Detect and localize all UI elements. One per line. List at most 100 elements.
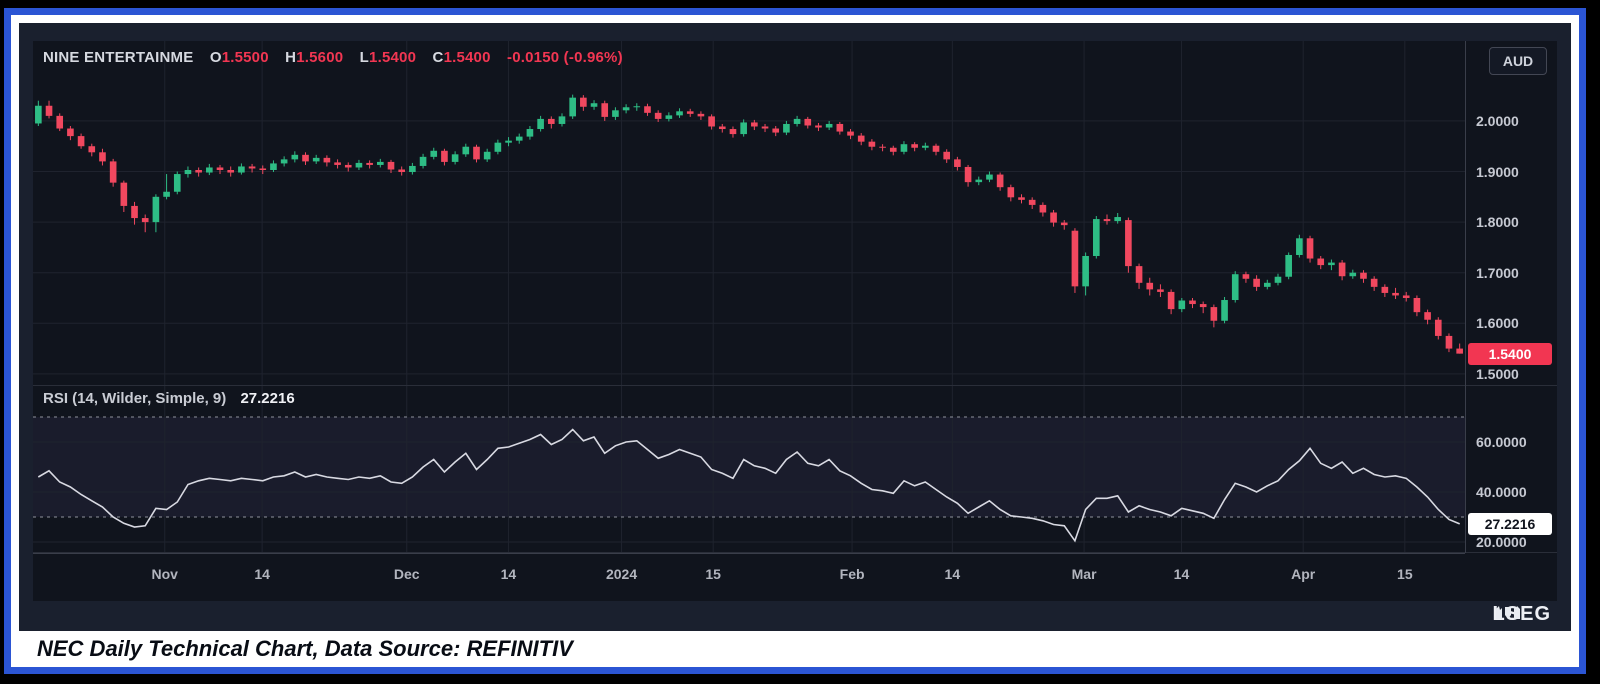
candle-body xyxy=(1402,295,1410,298)
candle-body xyxy=(1071,230,1079,287)
high-value: 1.5600 xyxy=(296,49,344,66)
candle-body xyxy=(1060,222,1068,226)
price-tick-label: 1.8000 xyxy=(1476,214,1519,231)
rsi-pane[interactable]: RSI (14, Wilder, Simple, 9) 27.2216 xyxy=(33,386,1465,552)
candle-body xyxy=(569,97,576,117)
candle-body xyxy=(686,111,694,114)
candle-body xyxy=(644,106,651,113)
candle-body xyxy=(1317,258,1325,266)
candle-body xyxy=(173,174,181,192)
open-value: 1.5500 xyxy=(221,49,269,66)
candle-body xyxy=(163,191,170,197)
candle-body xyxy=(558,116,566,124)
candle-body xyxy=(964,166,972,183)
candle-body xyxy=(911,144,918,148)
candle-body xyxy=(1392,292,1399,296)
candle-body xyxy=(67,128,74,137)
candle-body xyxy=(1381,286,1389,293)
candle-body xyxy=(954,159,961,167)
candle-body xyxy=(857,135,865,142)
currency-badge[interactable]: AUD xyxy=(1489,47,1547,75)
candle-body xyxy=(312,157,320,162)
candle-body xyxy=(280,159,288,164)
candle-body xyxy=(612,110,619,117)
symbol-name: NINE ENTERTAINME xyxy=(43,49,194,66)
candle-body xyxy=(1274,276,1282,283)
rsi-title: RSI (14, Wilder, Simple, 9) xyxy=(43,390,227,407)
candle-body xyxy=(836,123,844,132)
candle-body xyxy=(879,146,886,148)
candle-body xyxy=(1135,266,1143,283)
candle-body xyxy=(793,118,801,124)
candle-body xyxy=(1114,217,1121,222)
candle-body xyxy=(943,151,951,160)
chart-application-window: NINE ENTERTAINME O1.5500 H1.5600 L1.5400… xyxy=(19,23,1571,631)
time-tick-label: Dec xyxy=(393,566,420,582)
time-tick-label: 14 xyxy=(944,566,961,582)
rsi-band xyxy=(33,417,1465,517)
candle-body xyxy=(761,126,769,129)
candle-body xyxy=(1039,204,1047,213)
candle-body xyxy=(206,167,213,173)
candle-body xyxy=(409,165,416,173)
candle-body xyxy=(1456,348,1463,354)
candle-body xyxy=(815,125,822,128)
close-label: C xyxy=(432,49,444,66)
candle-body xyxy=(430,150,438,157)
candle-body xyxy=(419,156,427,166)
candle-body xyxy=(1306,238,1314,259)
candle-body xyxy=(109,161,117,183)
candle-body xyxy=(377,161,384,165)
candle-body xyxy=(1360,272,1367,279)
candle-body xyxy=(1018,197,1025,200)
candle-body xyxy=(152,196,160,223)
candle-body xyxy=(537,118,544,130)
close-value: 1.5400 xyxy=(443,49,491,66)
candle-body xyxy=(1296,238,1303,255)
price-chart xyxy=(33,41,1465,385)
price-tick-label: 1.6000 xyxy=(1476,315,1519,332)
lseg-logo: LSEG xyxy=(1493,603,1551,626)
candle-body xyxy=(355,162,363,168)
candle-body xyxy=(77,136,85,147)
price-axis-column[interactable]: 1.5400 27.2216 2.0000 1.9000 1.8000 1.7000 1… xyxy=(1465,41,1558,553)
time-tick-label: Nov xyxy=(151,566,178,582)
rsi-last-value-badge: 27.2216 xyxy=(1468,513,1552,535)
time-axis[interactable]: Nov 14 Dec 14 2024 15 Feb 14 Mar 14 Apr 15 xyxy=(33,553,1465,602)
time-tick-label: Feb xyxy=(839,566,865,582)
time-tick-label: 15 xyxy=(705,566,721,582)
price-tick-label: 2.0000 xyxy=(1476,112,1519,129)
candle-body xyxy=(783,123,790,133)
candle-body xyxy=(131,205,138,219)
rsi-legend[interactable]: RSI (14, Wilder, Simple, 9) 27.2216 xyxy=(43,390,295,407)
candle-body xyxy=(1338,262,1346,277)
candle-body xyxy=(847,131,854,136)
candle-body xyxy=(996,174,1004,188)
chart-panel[interactable]: NINE ENTERTAINME O1.5500 H1.5600 L1.5400… xyxy=(33,41,1557,601)
candle-body xyxy=(1189,300,1196,305)
candle-body xyxy=(1157,289,1164,292)
candle-body xyxy=(729,129,737,135)
candle-body xyxy=(1167,291,1175,310)
candle-body xyxy=(580,97,587,107)
instrument-legend[interactable]: NINE ENTERTAINME O1.5500 H1.5600 L1.5400… xyxy=(43,49,623,66)
candle-body xyxy=(986,174,993,180)
price-pane[interactable] xyxy=(33,41,1465,385)
time-tick-label: 2024 xyxy=(605,566,638,582)
candle-body xyxy=(238,166,245,173)
candle-body xyxy=(751,122,758,127)
candle-body xyxy=(451,154,459,162)
time-tick-label: Mar xyxy=(1071,566,1097,582)
candle-body xyxy=(1125,220,1132,267)
candle-body xyxy=(900,144,908,152)
candle-body xyxy=(740,122,747,135)
candle-body xyxy=(932,145,940,152)
rsi-tick-label: 60.0000 xyxy=(1476,434,1527,450)
candle-body xyxy=(302,154,309,162)
candle-body xyxy=(216,167,224,170)
change-value: -0.0150 (-0.96%) xyxy=(507,49,623,66)
candle-body xyxy=(804,118,812,126)
open-label: O xyxy=(209,49,222,66)
candle-body xyxy=(323,157,331,163)
price-tick-label: 1.9000 xyxy=(1476,163,1519,180)
